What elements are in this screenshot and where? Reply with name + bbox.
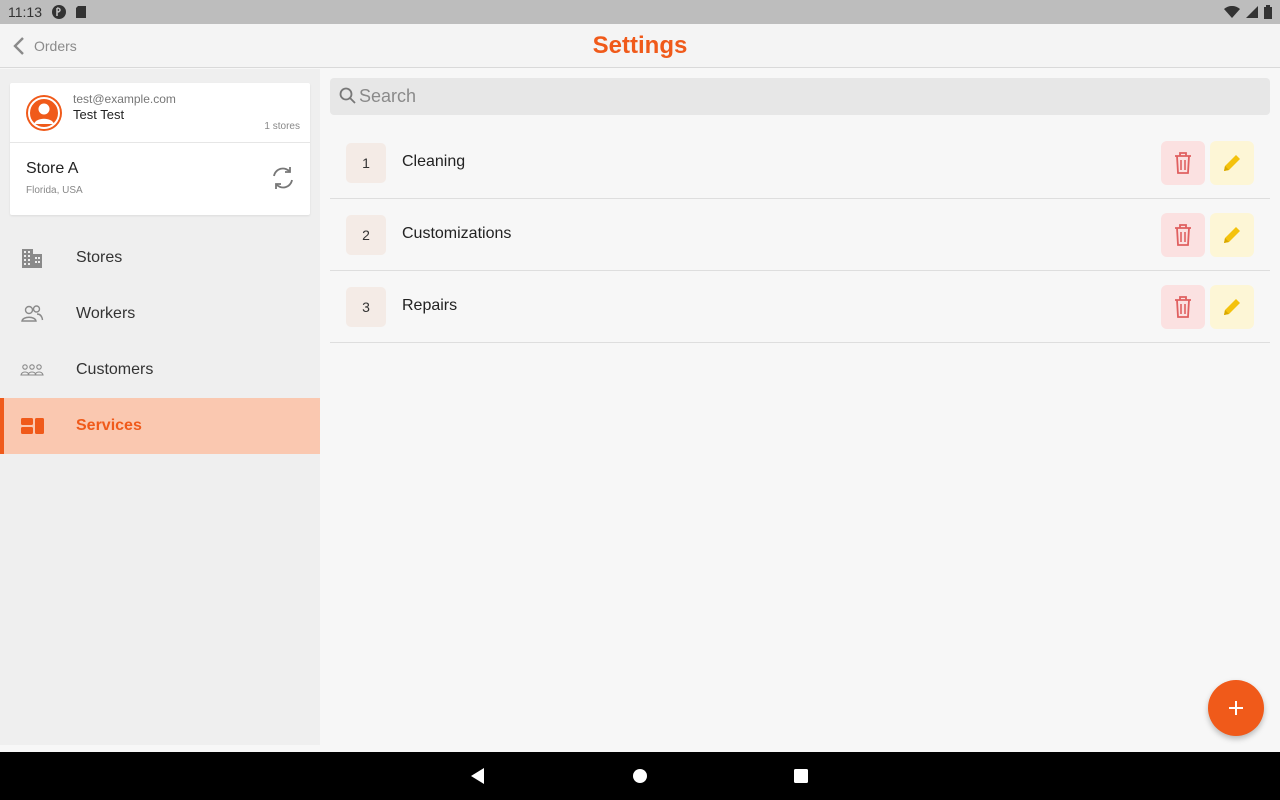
- sidebar-item-services[interactable]: Services: [0, 398, 320, 454]
- account-info[interactable]: test@example.com Test Test 1 stores: [10, 83, 310, 143]
- trash-icon: [1175, 224, 1191, 246]
- sidebar-item-stores[interactable]: Stores: [0, 230, 320, 286]
- customers-icon: [20, 364, 44, 376]
- store-name: Store A: [26, 160, 79, 177]
- edit-button[interactable]: [1210, 285, 1254, 329]
- back-triangle-icon[interactable]: [468, 766, 488, 786]
- sidebar-item-label: Customers: [76, 361, 154, 378]
- search-bar: [330, 78, 1270, 115]
- service-index: 3: [346, 287, 386, 327]
- list-item[interactable]: 2 Customizations: [330, 199, 1270, 271]
- plus-icon: [1229, 701, 1243, 715]
- sidebar-item-label: Stores: [76, 249, 123, 266]
- home-circle-icon[interactable]: [630, 766, 650, 786]
- service-name: Cleaning: [402, 153, 466, 170]
- chevron-left-icon: [13, 37, 24, 55]
- system-nav-bar: [0, 752, 1280, 800]
- pencil-icon: [1224, 155, 1240, 171]
- current-store[interactable]: Store A Florida, USA: [10, 143, 310, 214]
- pencil-icon: [1224, 299, 1240, 315]
- sidebar-item-label: Services: [76, 417, 142, 434]
- stores-count: 1 stores: [264, 121, 300, 132]
- sd-card-icon: [76, 6, 86, 18]
- battery-icon: [1264, 5, 1272, 19]
- trash-icon: [1175, 152, 1191, 174]
- account-email: test@example.com: [73, 92, 176, 106]
- delete-button[interactable]: [1161, 213, 1205, 257]
- delete-button[interactable]: [1161, 141, 1205, 185]
- services-icon: [21, 418, 44, 434]
- trash-icon: [1175, 296, 1191, 318]
- sidebar-item-customers[interactable]: Customers: [0, 342, 320, 398]
- account-name: Test Test: [73, 107, 125, 122]
- app-notification-icon: [52, 5, 66, 19]
- user-avatar-icon: [28, 97, 60, 129]
- edit-button[interactable]: [1210, 213, 1254, 257]
- sidebar: test@example.com Test Test 1 stores Stor…: [0, 69, 320, 745]
- edit-button[interactable]: [1210, 141, 1254, 185]
- status-time: 11:13: [8, 4, 42, 20]
- store-location: Florida, USA: [26, 185, 83, 196]
- pencil-icon: [1224, 227, 1240, 243]
- wifi-icon: [1224, 6, 1240, 18]
- account-card: test@example.com Test Test 1 stores Stor…: [10, 83, 310, 215]
- service-name: Repairs: [402, 297, 458, 314]
- main-content: 1 Cleaning 2 Customizations 3 Repairs: [320, 69, 1280, 745]
- search-input[interactable]: [359, 78, 1259, 115]
- workers-icon: [21, 305, 44, 322]
- back-label: Orders: [34, 38, 77, 54]
- app-bar: Orders Settings: [0, 24, 1280, 68]
- sidebar-item-label: Workers: [76, 305, 136, 322]
- avatar: [26, 95, 62, 131]
- recents-square-icon[interactable]: [791, 766, 811, 786]
- list-item[interactable]: 3 Repairs: [330, 271, 1270, 343]
- services-list: 1 Cleaning 2 Customizations 3 Repairs: [330, 127, 1270, 343]
- page-title: Settings: [592, 32, 688, 59]
- service-name: Customizations: [402, 225, 512, 242]
- sidebar-item-workers[interactable]: Workers: [0, 286, 320, 342]
- add-service-button[interactable]: [1208, 680, 1264, 736]
- service-index: 1: [346, 143, 386, 183]
- settings-nav: Stores Workers Customers Services: [0, 230, 320, 454]
- list-item[interactable]: 1 Cleaning: [330, 127, 1270, 199]
- sync-icon[interactable]: [270, 165, 296, 191]
- building-icon: [22, 249, 42, 268]
- service-index: 2: [346, 215, 386, 255]
- back-button[interactable]: Orders: [12, 24, 77, 68]
- signal-icon: [1246, 6, 1258, 18]
- delete-button[interactable]: [1161, 285, 1205, 329]
- status-bar: 11:13: [0, 0, 1280, 24]
- search-icon: [339, 87, 356, 104]
